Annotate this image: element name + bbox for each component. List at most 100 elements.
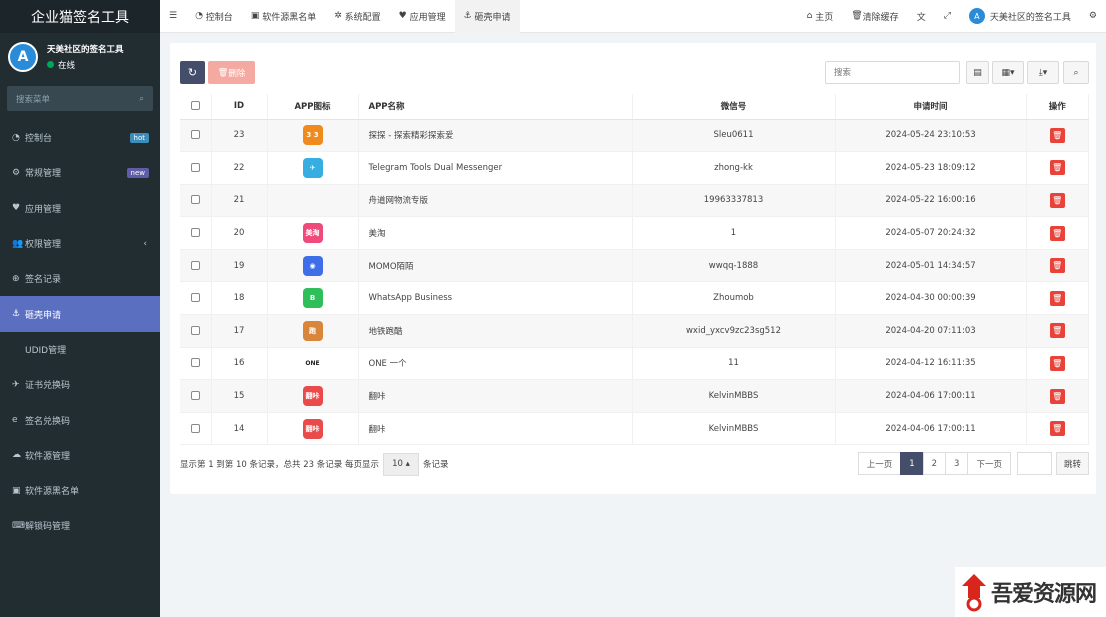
table-search-input[interactable] xyxy=(825,61,960,84)
row-checkbox[interactable] xyxy=(190,130,200,140)
tab-app-management[interactable]: ♥ 应用管理 xyxy=(390,0,455,33)
app-icon: 翻咔 xyxy=(302,386,323,407)
settings-button[interactable]: ⚙ xyxy=(1080,0,1106,33)
language-icon: 文 xyxy=(916,12,926,23)
row-delete-button[interactable]: 🗑 xyxy=(1049,192,1065,208)
tab-system-config[interactable]: ✲ 系统配置 xyxy=(325,0,389,33)
row-select-cell xyxy=(180,151,212,185)
row-checkbox[interactable] xyxy=(190,423,200,433)
row-actions-cell: 🗑 xyxy=(1026,151,1089,185)
sidebar-item-source-blacklist[interactable]: ▣ 软件源黑名单 xyxy=(0,473,160,508)
sidebar-item-udid[interactable]: UDID管理 xyxy=(0,332,160,367)
row-delete-button[interactable]: 🗑 xyxy=(1049,421,1065,437)
tab-dashboard[interactable]: ◔ 控制台 xyxy=(186,0,242,33)
row-select-cell xyxy=(180,184,212,218)
row-checkbox[interactable] xyxy=(190,293,200,303)
tab-unshell-requests[interactable]: ⚓ 砸壳申请 xyxy=(454,0,520,33)
row-id: 15 xyxy=(211,379,268,413)
jump-page-input[interactable] xyxy=(1016,452,1052,475)
row-apply-time: 2024-05-01 14:34:57 xyxy=(835,249,1027,283)
row-checkbox[interactable] xyxy=(190,358,200,368)
user-menu[interactable]: A 天美社区的签名工具 xyxy=(960,0,1080,33)
row-checkbox[interactable] xyxy=(190,162,200,172)
row-id: 21 xyxy=(211,184,268,218)
row-delete-button[interactable]: 🗑 xyxy=(1049,127,1065,143)
sidebar-item-permissions[interactable]: 👥 权限管理 ‹ xyxy=(0,226,160,261)
row-delete-button[interactable]: 🗑 xyxy=(1049,290,1065,306)
sidebar-item-sign-codes[interactable]: e 签名兑换码 xyxy=(0,402,160,437)
row-app-icon-cell xyxy=(267,184,359,218)
row-delete-button[interactable]: 🗑 xyxy=(1049,355,1065,371)
trash-icon: 🗑 xyxy=(1052,261,1063,271)
page-2-button[interactable]: 2 xyxy=(922,452,947,475)
delete-label: 删除 xyxy=(228,68,246,79)
table-row: 21 舟道网物流专版 19963337813 2024-05-22 16:00:16 🗑 xyxy=(180,184,1089,218)
jump-button[interactable]: 跳转 xyxy=(1055,452,1089,475)
row-delete-button[interactable]: 🗑 xyxy=(1049,225,1065,241)
sidebar-item-cert-codes[interactable]: ✈ 证书兑换码 xyxy=(0,367,160,402)
select-all-checkbox[interactable] xyxy=(190,101,200,111)
row-app-name: MOMO陌陌 xyxy=(358,249,633,283)
advanced-search-button[interactable]: ⌕ xyxy=(1063,61,1089,84)
keyboard-icon: ⌨ xyxy=(12,520,25,531)
home-link[interactable]: ⌂ 主页 xyxy=(798,0,843,33)
sidebar-item-dashboard[interactable]: ◔ 控制台 hot xyxy=(0,120,160,155)
export-dropdown[interactable]: ⤓▾ xyxy=(1027,61,1059,84)
columns-dropdown[interactable]: ▦▾ xyxy=(992,61,1024,84)
translate-button[interactable]: 文 xyxy=(908,0,935,33)
sidebar-item-label: 控制台 xyxy=(25,134,53,145)
prev-page-button[interactable]: 上一页 xyxy=(857,452,902,475)
row-id: 18 xyxy=(211,281,268,316)
ie-icon: e xyxy=(12,415,18,426)
menu-toggle-button[interactable]: ☰ xyxy=(160,0,186,33)
row-delete-button[interactable]: 🗑 xyxy=(1049,160,1065,176)
menu-search-input[interactable]: 搜索菜单 ⌕ xyxy=(7,86,153,111)
row-delete-button[interactable]: 🗑 xyxy=(1049,388,1065,404)
row-app-name: 地铁跑酷 xyxy=(358,314,633,348)
fullscreen-button[interactable]: ⤢ xyxy=(935,0,960,33)
sidebar-item-unshell-requests[interactable]: ⚓ 砸壳申请 xyxy=(0,296,160,332)
users-icon: 👥 xyxy=(12,238,24,249)
row-checkbox[interactable] xyxy=(190,260,200,270)
caret-up-icon: ▴ xyxy=(402,459,410,469)
page-3-button[interactable]: 3 xyxy=(945,452,969,475)
user-name: 天美社区的签名工具 xyxy=(47,44,124,55)
page-size-select[interactable]: 10 ▴ xyxy=(382,452,419,476)
row-select-cell xyxy=(180,347,212,381)
row-checkbox[interactable] xyxy=(190,228,200,238)
row-id: 19 xyxy=(211,249,268,283)
select-all-cell xyxy=(180,94,212,120)
clear-cache-button[interactable]: 🗑 清除缓存 xyxy=(842,0,907,33)
clear-cache-label: 清除缓存 xyxy=(862,12,899,23)
col-id[interactable]: ID xyxy=(211,94,268,120)
row-checkbox[interactable] xyxy=(190,391,200,401)
book-icon: ▣ xyxy=(250,11,263,21)
next-page-button[interactable]: 下一页 xyxy=(967,452,1011,475)
pagination-summary: 显示第 1 到第 10 条记录，总共 23 条记录 每页显示 xyxy=(180,460,379,470)
toggle-view-button[interactable]: ▤ xyxy=(966,61,989,84)
sidebar-item-unlock-codes[interactable]: ⌨ 解锁码管理 xyxy=(0,508,160,543)
watermark: 吾爱资源网 xyxy=(955,567,1106,617)
search-icon: ⌕ xyxy=(1073,67,1079,78)
row-actions-cell: 🗑 xyxy=(1026,281,1089,316)
search-icon[interactable]: ⌕ xyxy=(139,94,144,104)
row-delete-button[interactable]: 🗑 xyxy=(1049,323,1065,339)
row-checkbox[interactable] xyxy=(190,325,200,335)
cloud-icon: ☁ xyxy=(12,450,21,461)
delete-button[interactable]: 🗑 删除 xyxy=(208,61,255,84)
page-1-button[interactable]: 1 xyxy=(900,452,924,475)
sidebar-item-sign-records[interactable]: ⊕ 签名记录 xyxy=(0,261,160,296)
sidebar-item-label: 证书兑换码 xyxy=(25,381,71,392)
row-wechat: wwqq-1888 xyxy=(632,249,836,283)
row-delete-button[interactable]: 🗑 xyxy=(1049,258,1065,274)
col-actions: 操作 xyxy=(1026,94,1089,120)
row-checkbox[interactable] xyxy=(190,195,200,205)
sidebar-item-apps[interactable]: ♥ 应用管理 xyxy=(0,191,160,226)
tab-source-blacklist[interactable]: ▣ 软件源黑名单 xyxy=(242,0,325,33)
sidebar-item-general[interactable]: ⚙ 常规管理 new xyxy=(0,155,160,190)
sidebar-item-sources[interactable]: ☁ 软件源管理 xyxy=(0,438,160,473)
refresh-button[interactable]: ↻ xyxy=(180,61,205,84)
hot-badge: hot xyxy=(129,132,149,143)
app-brand[interactable]: 企业猫签名工具 xyxy=(0,0,160,33)
anchor-icon: ⚓ xyxy=(12,309,21,320)
